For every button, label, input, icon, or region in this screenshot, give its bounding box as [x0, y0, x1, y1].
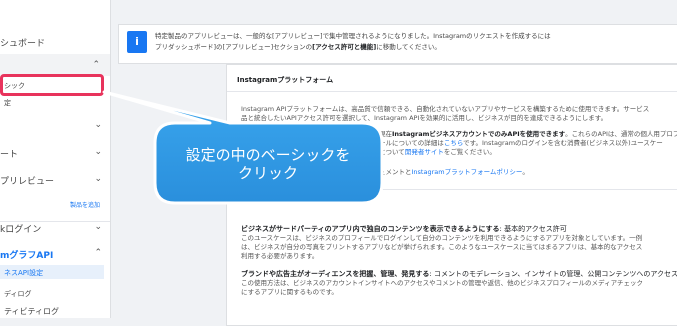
- p2-text-f: について: [379, 148, 405, 156]
- notice-text: 特定製品のアプリレビューは、一般的な[アプリレビュー]で集中管理されるようになり…: [155, 31, 677, 53]
- sidebar-item-login-label: kログイン: [0, 225, 42, 235]
- section-2-line-1: この使用方法は、ビジネスのアカウントインサイトへのアクセスやコメントの管理や返信…: [241, 279, 643, 287]
- sidebar-item-app-review-label: プリレビュー: [0, 177, 55, 187]
- sidebar-item-api-settings[interactable]: ネスAPI設定: [4, 268, 114, 278]
- callout-text: 設定の中のベーシックを クリック: [162, 146, 374, 182]
- add-product-link[interactable]: 製品を追加: [70, 200, 100, 209]
- p2-text-c: 。これらのAPIは、通常の個人用プロフ: [565, 130, 677, 138]
- permissions-link[interactable]: [アクセス許可と機能]: [312, 43, 376, 51]
- p2-text-e: です。Instagramのログインを含む消費者(ビジネス以外)ユースケー: [463, 139, 663, 147]
- p3-text-c: 。: [522, 168, 529, 176]
- notice-line-1: 特定製品のアプリレビューは、一般的な[アプリレビュー]で集中管理されるようになり…: [155, 32, 551, 40]
- chevron-down-icon[interactable]: ⌄: [94, 174, 102, 184]
- sidebar: シュボード ⌃ シック 定 ⌄ ート ⌄ プリレビュー ⌄ 製品を追加 kログイ…: [0, 0, 111, 318]
- p2-text-a: 現在: [379, 130, 392, 138]
- sidebar-item-log-label: ディログ: [4, 290, 32, 298]
- sidebar-item-activity-log-label: ティビティログ: [4, 307, 60, 316]
- notice-line-2-a: プリダッシュボード]の[アプリレビュー]セクションの: [155, 43, 313, 51]
- chevron-up-icon[interactable]: ⌃: [94, 248, 102, 258]
- paragraph-1-line-1: Instagram APIプラットフォームは、高品質で信頼できる、自動化されてい…: [241, 105, 650, 113]
- sidebar-item-graph-api-label: mグラフAPI: [0, 251, 54, 261]
- p2-text-b: InstagramビジネスアカウントでのみAPIを使用できます: [392, 130, 566, 138]
- section-2-title: ブランドや広告主がオーディエンスを把握、管理、発見する: コメントのモデレーショ…: [241, 269, 677, 279]
- section-2-title-suffix: : コメントのモデレーション、インサイトの管理、公開コンテンツへのアクセス: [429, 270, 677, 278]
- divider: [227, 91, 677, 92]
- chevron-down-icon[interactable]: ⌄: [94, 222, 102, 232]
- section-1-title: ビジネスがサードパーティのアプリ内で独自のコンテンツを表示できるようにする: 基…: [241, 224, 567, 234]
- chevron-up-icon[interactable]: ⌃: [92, 60, 100, 70]
- callout-line-2: クリック: [237, 164, 298, 182]
- chevron-down-icon[interactable]: ⌄: [94, 120, 102, 130]
- section-2-title-main: ブランドや広告主がオーディエンスを把握、管理、発見する: [241, 270, 430, 278]
- sidebar-item-dashboard-label: シュボード: [0, 39, 46, 49]
- section-1-line-3: 利用する必要があります。: [241, 252, 319, 260]
- section-1-line-1: このユースケースは、ビジネスのプロフィールでログインして自分のコンテンツを利用で…: [241, 234, 643, 242]
- highlight-box: [0, 74, 104, 96]
- chevron-down-icon[interactable]: ⌄: [94, 147, 102, 157]
- sidebar-item-dashboard[interactable]: シュボード: [0, 36, 110, 49]
- paragraph-1-line-2: 品と統合したいAPIアクセス許可を選択して、Instagram APIを効果的に…: [241, 114, 608, 122]
- p3-text-a: ュメントと: [379, 168, 412, 176]
- p2-text-g: をご覧ください。: [443, 148, 496, 156]
- platform-policy-link[interactable]: Instagramプラットフォームポリシー: [412, 168, 523, 176]
- p2-text-d: ールについての詳細は: [379, 139, 444, 147]
- section-2-line-2: にするアプリに関するものです。: [241, 288, 338, 296]
- section-1-line-2: は、ビジネスが自分の写真をプリントするアプリなどが挙げられます。このようなユース…: [241, 243, 643, 251]
- paragraph-2-line-2: ールについての詳細はこちらです。Instagramのログインを含む消費者(ビジネ…: [379, 139, 663, 148]
- divider: [227, 189, 677, 190]
- notice-line-2-c: に移動してください。: [376, 43, 441, 51]
- sidebar-item-api-settings-label: ネスAPI設定: [4, 269, 44, 277]
- sidebar-item-log[interactable]: ディログ: [4, 289, 114, 299]
- card-title: Instagramプラットフォーム: [237, 76, 334, 84]
- paragraph-2-line-1: 現在InstagramビジネスアカウントでのみAPIを使用できます。これらのAP…: [379, 130, 677, 139]
- developer-site-link[interactable]: 開発者サイト: [405, 148, 444, 156]
- instagram-platform-card: Instagramプラットフォーム Instagram APIプラットフォームは…: [226, 64, 677, 326]
- sidebar-item-settings[interactable]: 定: [4, 98, 114, 108]
- here-link[interactable]: こちら: [444, 139, 463, 147]
- sidebar-item-settings-label: 定: [4, 99, 11, 107]
- paragraph-2-line-3: について開発者サイトをご覧ください。: [379, 148, 496, 157]
- section-1-title-suffix: : 基本的アクセス許可: [499, 225, 567, 233]
- info-icon: i: [127, 31, 147, 53]
- paragraph-3: ュメントとInstagramプラットフォームポリシー。: [379, 168, 529, 177]
- section-1-title-main: ビジネスがサードパーティのアプリ内で独自のコンテンツを表示できるようにする: [241, 225, 500, 233]
- sidebar-item-b-label: ート: [0, 150, 19, 160]
- notice-banner: i 特定製品のアプリレビューは、一般的な[アプリレビュー]で集中管理されるように…: [118, 24, 677, 64]
- callout-line-1: 設定の中のベーシックを: [185, 146, 351, 164]
- sidebar-item-activity-log[interactable]: ティビティログ: [4, 306, 114, 317]
- notice-line-2: プリダッシュボード]の[アプリレビュー]セクションの[アクセス許可と機能]に移動…: [155, 42, 677, 53]
